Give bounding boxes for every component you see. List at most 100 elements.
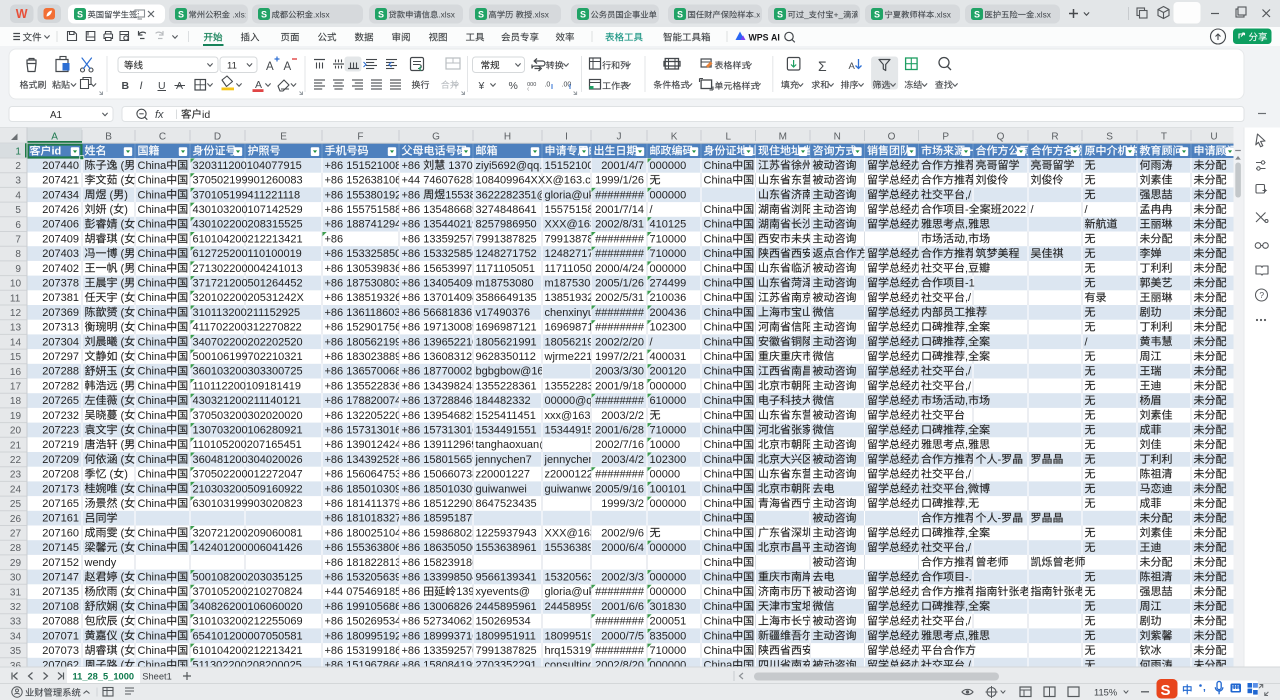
svg-text:1355228361: 1355228361 [476, 380, 537, 392]
svg-text:China: China [138, 498, 168, 510]
svg-text:,: , [965, 351, 968, 363]
svg-text:2001/6/28: 2001/6/28 [595, 425, 644, 437]
svg-text:China: China [704, 233, 734, 245]
svg-text:4: 4 [15, 190, 21, 201]
svg-text:2445895961: 2445895961 [476, 601, 537, 613]
svg-text:(: ( [118, 380, 125, 392]
svg-text:610104200212213421: 610104200212213421 [193, 233, 303, 245]
svg-text:,/: ,/ [965, 469, 972, 481]
svg-text:,: , [965, 263, 968, 275]
svg-text:China: China [704, 513, 734, 525]
svg-text:207209: 207209 [42, 454, 79, 466]
svg-text:33: 33 [10, 617, 22, 628]
svg-text:G: G [432, 131, 440, 142]
svg-text:D: D [214, 131, 221, 142]
svg-text:100101: 100101 [650, 483, 687, 495]
svg-text:S: S [378, 10, 384, 20]
svg-text:+86 1814113790: +86 1814113790 [325, 498, 407, 510]
svg-text:1809951911: 1809951911 [476, 630, 536, 642]
svg-text:China: China [704, 557, 734, 569]
svg-text:210036: 210036 [650, 292, 687, 304]
svg-text:China: China [704, 483, 734, 495]
svg-text:3274848641: 3274848641 [476, 204, 537, 216]
svg-text:O: O [888, 131, 896, 142]
svg-text:China: China [138, 439, 168, 451]
svg-text:-: - [998, 454, 1002, 466]
svg-text:1525411451: 1525411451 [476, 410, 536, 422]
svg-text:-1: -1 [965, 278, 975, 290]
svg-text:,/: ,/ [965, 366, 972, 378]
svg-text:14: 14 [10, 337, 22, 348]
svg-text:?: ? [1259, 290, 1264, 300]
svg-text:360481200304020026: 360481200304020026 [193, 454, 303, 466]
svg-text:A: A [849, 61, 856, 72]
svg-text:(: ( [118, 498, 125, 510]
svg-text:,/: ,/ [965, 292, 972, 304]
svg-text:+86 1810183270: +86 1810183270 [325, 513, 408, 525]
svg-text:China: China [704, 175, 734, 187]
svg-text:1248271752: 1248271752 [476, 248, 537, 260]
svg-text:7: 7 [15, 235, 21, 246]
svg-text:(: ( [118, 160, 125, 172]
svg-text:430102200208315525: 430102200208315525 [193, 219, 303, 231]
svg-text:410125: 410125 [650, 219, 687, 231]
svg-text:2003/4/2: 2003/4/2 [601, 454, 644, 466]
svg-text:+86 1322052200: +86 1322052200 [325, 410, 408, 422]
svg-text:,/: ,/ [965, 616, 972, 628]
svg-text:+86 1875308030: +86 1875308030 [325, 278, 408, 290]
svg-text:(: ( [107, 469, 114, 481]
svg-text:z20001227: z20001227 [545, 469, 599, 481]
svg-text:(: ( [118, 278, 125, 290]
svg-text:China: China [704, 601, 734, 613]
svg-text:835000: 835000 [650, 630, 687, 642]
svg-text:207145: 207145 [42, 542, 79, 554]
svg-text:2: 2 [15, 161, 21, 172]
svg-text:L: L [726, 131, 732, 142]
svg-text:China: China [138, 219, 168, 231]
svg-text:500108200203035125: 500108200203035125 [193, 572, 303, 584]
svg-text:guiwanwei: guiwanwei [545, 483, 596, 495]
svg-text:000000: 000000 [650, 498, 687, 510]
svg-text:,: , [965, 395, 968, 407]
svg-text:30: 30 [10, 573, 22, 584]
svg-text:(: ( [107, 189, 114, 201]
svg-text:000000: 000000 [650, 189, 687, 201]
svg-text:710000: 710000 [650, 233, 687, 245]
svg-text:China: China [704, 219, 734, 231]
svg-text:.0: .0 [544, 82, 550, 89]
svg-text:China: China [138, 307, 168, 319]
svg-text:207208: 207208 [42, 469, 79, 481]
svg-text:370502199901260083: 370502199901260083 [193, 175, 303, 187]
svg-text:710000: 710000 [650, 248, 687, 260]
svg-text:.xlsx: .xlsx [934, 10, 951, 20]
svg-text:China: China [138, 380, 168, 392]
svg-text:-: - [998, 513, 1002, 525]
svg-text:M: M [779, 131, 787, 142]
svg-text:China: China [704, 586, 734, 598]
svg-text:32010220020531242X: 32010220020531242X [193, 292, 305, 304]
svg-text:China: China [138, 586, 168, 598]
svg-text:China: China [138, 366, 168, 378]
svg-text:B: B [105, 131, 112, 142]
svg-text:+86 1533258500: +86 1533258500 [325, 248, 408, 260]
svg-text:z20001227: z20001227 [476, 469, 530, 481]
svg-text:207108: 207108 [42, 601, 79, 613]
svg-text:108409964XXX@163.com: 108409964XXX@163.com [476, 175, 606, 187]
svg-text:34: 34 [10, 631, 22, 642]
svg-text:9566139341: 9566139341 [476, 572, 537, 584]
svg-text:########: ######## [595, 395, 645, 407]
svg-text:W: W [16, 7, 28, 21]
svg-text:370502200012272047: 370502200012272047 [193, 469, 303, 481]
svg-text:Sheet1: Sheet1 [142, 672, 171, 682]
svg-text:207071: 207071 [42, 630, 79, 642]
svg-text:China: China [138, 248, 168, 260]
svg-text:6: 6 [15, 220, 21, 231]
svg-text:2002/2/20: 2002/2/20 [595, 336, 644, 348]
svg-text:2002/3/3: 2002/3/3 [601, 572, 644, 584]
svg-text:207378: 207378 [42, 278, 79, 290]
svg-text:): ) [124, 189, 128, 201]
svg-text:+86 1553801923: +86 1553801923 [325, 189, 408, 201]
svg-text:China: China [704, 630, 734, 642]
svg-text:China: China [704, 248, 734, 260]
svg-text:+86 1532056390: +86 1532056390 [325, 572, 408, 584]
